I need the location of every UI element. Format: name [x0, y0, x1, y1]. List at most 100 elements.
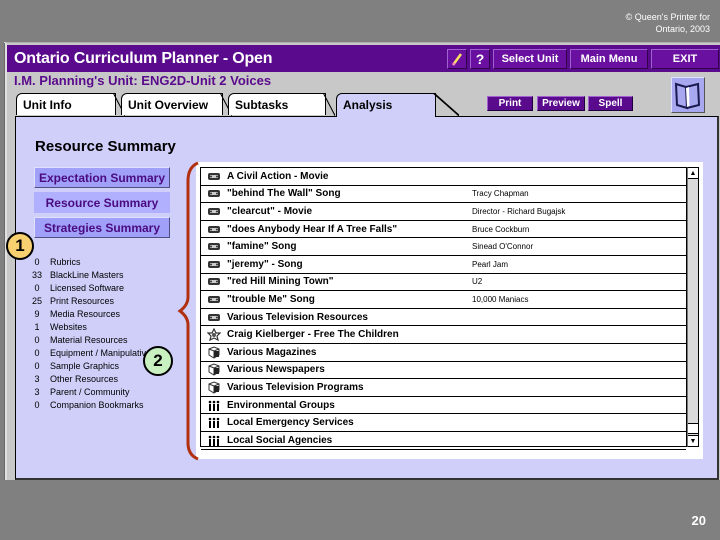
title-bar: Ontario Curriculum Planner - Open ? Sele… — [7, 45, 720, 72]
resource-count-label: Websites — [50, 322, 87, 332]
edit-button[interactable] — [447, 49, 467, 69]
scroll-down-arrow[interactable]: ▼ — [688, 435, 698, 446]
app-window: Ontario Curriculum Planner - Open ? Sele… — [4, 42, 720, 480]
resource-count-label: BlackLine Masters — [50, 270, 124, 280]
resource-list-container: A Civil Action - Movie "behind The Wall" … — [196, 162, 703, 459]
resource-row[interactable]: "red Hill Mining Town" U2 — [201, 274, 686, 292]
analysis-panel: Resource Summary Expectation Summary Res… — [6, 116, 719, 480]
resource-author: 10,000 Maniacs — [472, 294, 529, 304]
resource-author: Director - Richard Bugajsk — [472, 206, 566, 216]
resource-author: Pearl Jam — [472, 259, 509, 269]
resource-row[interactable]: Various Television Programs — [201, 379, 686, 397]
resource-row[interactable]: Various Newspapers — [201, 362, 686, 380]
unit-heading: I.M. Planning's Unit: ENG2D-Unit 2 Voice… — [14, 73, 272, 88]
resource-title: "jeremy" - Song — [227, 258, 303, 270]
resource-count-label: Companion Bookmarks — [50, 400, 144, 410]
resource-title: Local Social Agencies — [227, 434, 333, 446]
tab-label: Analysis — [343, 98, 393, 112]
resource-author: Bruce Cockburn — [472, 224, 530, 234]
scroll-thumb[interactable] — [688, 423, 698, 434]
scroll-up-arrow[interactable]: ▲ — [688, 168, 698, 179]
callout-2: 2 — [143, 346, 173, 376]
resource-count-value: 9 — [34, 309, 40, 319]
spell-button[interactable]: Spell — [588, 96, 633, 111]
preview-button[interactable]: Preview — [537, 96, 585, 111]
resource-count-row: 9 Media Resources — [26, 308, 156, 321]
resource-count-row: 0 Licensed Software — [26, 282, 156, 295]
tab-label: Subtasks — [235, 98, 289, 112]
tab-label: Unit Info — [23, 98, 72, 112]
resource-title: Craig Kielberger - Free The Children — [227, 329, 399, 341]
resource-count-row: 3 Parent / Community — [26, 386, 156, 399]
resource-title: Local Emergency Services — [227, 417, 354, 429]
copyright-notice: © Queen's Printer for Ontario, 2003 — [626, 11, 710, 35]
resource-count-label: Equipment / Manipulatives — [50, 348, 156, 358]
resource-count-label: Sample Graphics — [50, 361, 120, 371]
strategies-summary-button[interactable]: Strategies Summary — [34, 217, 170, 238]
resource-row[interactable]: "behind The Wall" Song Tracy Chapman — [201, 186, 686, 204]
panel-title: Resource Summary — [35, 138, 176, 155]
resource-count-row: 0 Companion Bookmarks — [26, 399, 156, 412]
resource-count-row: 33 BlackLine Masters — [26, 269, 156, 282]
resource-summary-button[interactable]: Resource Summary — [34, 192, 170, 213]
resource-counts: 0 Rubrics 33 BlackLine Masters 0 Licensed Sof… — [26, 256, 156, 412]
resource-count-value: 3 — [34, 387, 40, 397]
book-button[interactable] — [671, 77, 705, 113]
tab-unit-info[interactable]: Unit Info — [16, 93, 125, 116]
resource-title: Various Television Resources — [227, 311, 368, 323]
resource-count-value: 0 — [34, 335, 40, 345]
resource-count-row: 0 Material Resources — [26, 334, 156, 347]
resource-author: Tracy Chapman — [472, 189, 529, 199]
window-title: Ontario Curriculum Planner - Open — [14, 50, 273, 67]
resource-row[interactable]: Local Social Agencies — [201, 432, 686, 450]
resource-count-label: Other Resources — [50, 374, 119, 384]
resource-row[interactable]: Craig Kielberger - Free The Children — [201, 326, 686, 344]
resource-count-row: 1 Websites — [26, 321, 156, 334]
resource-author: U2 — [472, 277, 483, 287]
resource-list: A Civil Action - Movie "behind The Wall" … — [200, 167, 687, 450]
resource-title: Environmental Groups — [227, 399, 335, 411]
resource-title: Various Television Programs — [227, 381, 364, 393]
resource-row[interactable]: "clearcut" - Movie Director - Richard Bug… — [201, 203, 686, 221]
main-menu-button[interactable]: Main Menu — [570, 49, 648, 69]
resource-title: "clearcut" - Movie — [227, 205, 313, 217]
expectation-summary-button[interactable]: Expectation Summary — [34, 167, 170, 188]
resource-count-value: 33 — [31, 270, 42, 280]
resource-count-label: Media Resources — [50, 309, 121, 319]
resource-title: "behind The Wall" Song — [227, 188, 341, 200]
callout-1: 1 — [6, 232, 34, 260]
tab-label: Unit Overview — [128, 98, 209, 112]
resource-count-label: Parent / Community — [50, 387, 130, 397]
help-button[interactable]: ? — [470, 49, 490, 69]
resource-title: "does Anybody Hear If A Tree Falls" — [227, 223, 398, 235]
tab-subtasks[interactable]: Subtasks — [228, 93, 335, 116]
resource-row[interactable]: Various Television Resources — [201, 309, 686, 327]
tab-analysis[interactable]: Analysis — [336, 93, 459, 117]
resource-row[interactable]: A Civil Action - Movie — [201, 168, 686, 186]
bracket-annotation — [177, 161, 199, 461]
copyright-line-2: Ontario, 2003 — [655, 24, 710, 34]
resource-count-label: Licensed Software — [50, 283, 125, 293]
resource-title: "red Hill Mining Town" — [227, 276, 334, 288]
resource-row[interactable]: Local Emergency Services — [201, 414, 686, 432]
tab-unit-overview[interactable]: Unit Overview — [121, 93, 232, 116]
resource-row[interactable]: "trouble Me" Song 10,000 Maniacs — [201, 291, 686, 309]
resource-count-value: 0 — [34, 348, 40, 358]
resource-row[interactable]: "does Anybody Hear If A Tree Falls" Bruce… — [201, 221, 686, 239]
exit-button[interactable]: EXIT — [651, 49, 719, 69]
resource-row[interactable]: Various Magazines — [201, 344, 686, 362]
resource-title: Various Magazines — [227, 346, 317, 358]
select-unit-button[interactable]: Select Unit — [493, 49, 567, 69]
print-button[interactable]: Print — [487, 96, 533, 111]
resource-count-label: Print Resources — [50, 296, 115, 306]
resource-row[interactable]: "famine" Song Sinead O'Connor — [201, 238, 686, 256]
resource-count-value: 0 — [34, 283, 40, 293]
resource-count-row: 0 Sample Graphics — [26, 360, 156, 373]
resource-row[interactable]: "jeremy" - Song Pearl Jam — [201, 256, 686, 274]
resource-list-scrollbar[interactable]: ▲ ▼ — [687, 167, 699, 447]
resource-count-label: Rubrics — [50, 257, 81, 267]
resource-row[interactable]: Environmental Groups — [201, 397, 686, 415]
copyright-line-1: © Queen's Printer for — [625, 12, 710, 22]
resource-count-value: 0 — [34, 361, 40, 371]
resource-count-value: 25 — [31, 296, 42, 306]
